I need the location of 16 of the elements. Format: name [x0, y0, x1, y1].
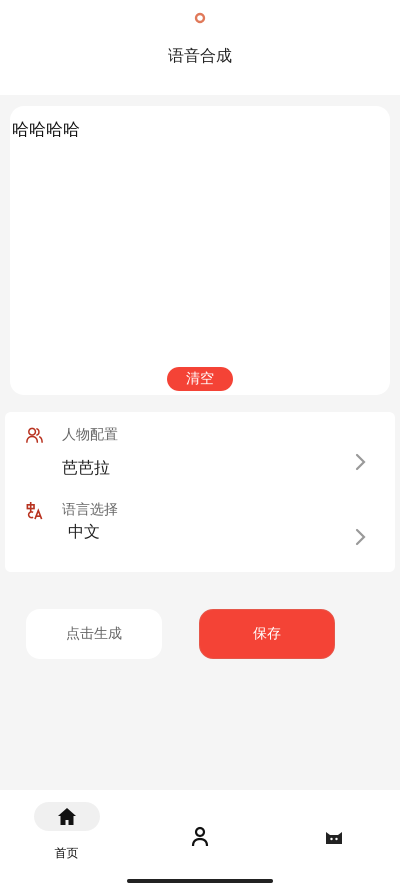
clear-button[interactable]: 清空 [167, 367, 233, 391]
chevron-right-icon [355, 452, 366, 470]
setting-label: 人物配置 [62, 426, 119, 444]
text-input[interactable]: 哈哈哈哈 [12, 118, 388, 367]
person-icon [190, 826, 210, 846]
page-title: 语音合成 [168, 46, 232, 67]
people-icon [25, 426, 44, 445]
setting-label: 语言选择 [62, 501, 119, 519]
recording-indicator-icon [194, 12, 206, 24]
chevron-right-icon [355, 528, 366, 546]
home-icon [56, 806, 76, 826]
save-button[interactable]: 保存 [199, 609, 335, 659]
translate-icon [25, 501, 44, 520]
setting-value[interactable]: 中文 [62, 522, 355, 543]
setting-value[interactable]: 芭芭拉 [62, 458, 355, 479]
generate-button[interactable]: 点击生成 [26, 609, 162, 659]
